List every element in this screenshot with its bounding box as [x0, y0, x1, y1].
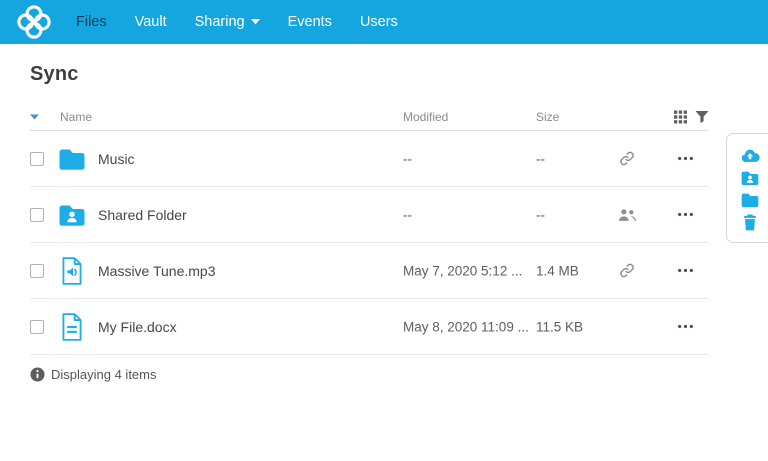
file-row[interactable]: Shared Folder -- -- — [30, 187, 708, 243]
nav-item-label: Users — [360, 0, 398, 44]
row-checkbox[interactable] — [30, 320, 44, 334]
column-header-modified[interactable]: Modified — [403, 110, 448, 124]
nav-item-sharing[interactable]: Sharing — [181, 0, 274, 44]
link-icon[interactable] — [614, 261, 640, 281]
nav-item-users[interactable]: Users — [346, 0, 412, 44]
file-size: 1.4 MB — [536, 263, 579, 278]
row-checkbox[interactable] — [30, 208, 44, 222]
file-modified: -- — [403, 151, 412, 166]
items-count-label: Displaying 4 items — [51, 367, 157, 382]
grid-view-icon[interactable] — [674, 110, 687, 123]
chevron-down-icon — [251, 19, 260, 25]
folder-icon — [740, 190, 760, 210]
nav-item-label: Sharing — [195, 0, 245, 44]
row-options-icon[interactable] — [670, 150, 700, 168]
folder-icon — [56, 143, 88, 175]
row-options-icon[interactable] — [670, 318, 700, 336]
delete-button[interactable] — [739, 211, 761, 232]
share-folder-button[interactable] — [739, 167, 761, 188]
file-modified: -- — [403, 207, 412, 222]
status-bar: Displaying 4 items — [30, 367, 157, 382]
file-size: 11.5 KB — [536, 319, 583, 334]
upload-button[interactable] — [739, 145, 761, 166]
nav-item-events[interactable]: Events — [274, 0, 346, 44]
column-header-name[interactable]: Name — [60, 110, 92, 124]
nav-item-label: Files — [76, 0, 107, 44]
nav-item-vault[interactable]: Vault — [121, 0, 181, 44]
file-table: Name Modified Size Music -- -- Shared Fo… — [30, 103, 708, 355]
file-row[interactable]: Music -- -- — [30, 131, 708, 187]
file-audio-icon — [56, 255, 88, 287]
nav-item-label: Events — [288, 0, 332, 44]
file-name-link[interactable]: Massive Tune.mp3 — [98, 263, 216, 279]
top-navbar: Files Vault Sharing Events Users — [0, 0, 768, 44]
link-icon[interactable] — [614, 149, 640, 169]
trash-icon — [740, 212, 760, 232]
file-doc-icon — [56, 311, 88, 343]
main-nav: Files Vault Sharing Events Users — [62, 0, 412, 44]
nav-item-label: Vault — [135, 0, 167, 44]
page-title: Sync — [30, 63, 79, 86]
row-checkbox[interactable] — [30, 152, 44, 166]
file-modified: May 7, 2020 5:12 ... — [403, 263, 522, 278]
row-checkbox[interactable] — [30, 264, 44, 278]
file-name-link[interactable]: Music — [98, 151, 135, 167]
file-row[interactable]: Massive Tune.mp3 May 7, 2020 5:12 ... 1.… — [30, 243, 708, 299]
sync-logo-icon[interactable] — [15, 3, 53, 41]
action-panel — [726, 133, 768, 243]
file-row[interactable]: My File.docx May 8, 2020 11:09 ... 11.5 … — [30, 299, 708, 355]
info-icon — [30, 367, 45, 382]
folder-shared-icon — [56, 199, 88, 231]
file-name-link[interactable]: Shared Folder — [98, 207, 187, 223]
file-size: -- — [536, 207, 545, 222]
file-list: Music -- -- Shared Folder -- -- Massive … — [30, 131, 708, 355]
new-folder-button[interactable] — [739, 189, 761, 210]
row-options-icon[interactable] — [670, 262, 700, 280]
sort-dropdown-icon[interactable] — [30, 114, 39, 120]
column-header-size[interactable]: Size — [536, 110, 559, 124]
filter-icon[interactable] — [695, 110, 709, 123]
nav-item-files[interactable]: Files — [62, 0, 121, 44]
users-icon[interactable] — [614, 205, 640, 225]
table-header: Name Modified Size — [30, 103, 708, 131]
row-options-icon[interactable] — [670, 206, 700, 224]
file-size: -- — [536, 151, 545, 166]
cloud-up-icon — [740, 146, 760, 166]
folder-shared-icon — [740, 168, 760, 188]
file-modified: May 8, 2020 11:09 ... — [403, 319, 529, 334]
file-name-link[interactable]: My File.docx — [98, 319, 177, 335]
